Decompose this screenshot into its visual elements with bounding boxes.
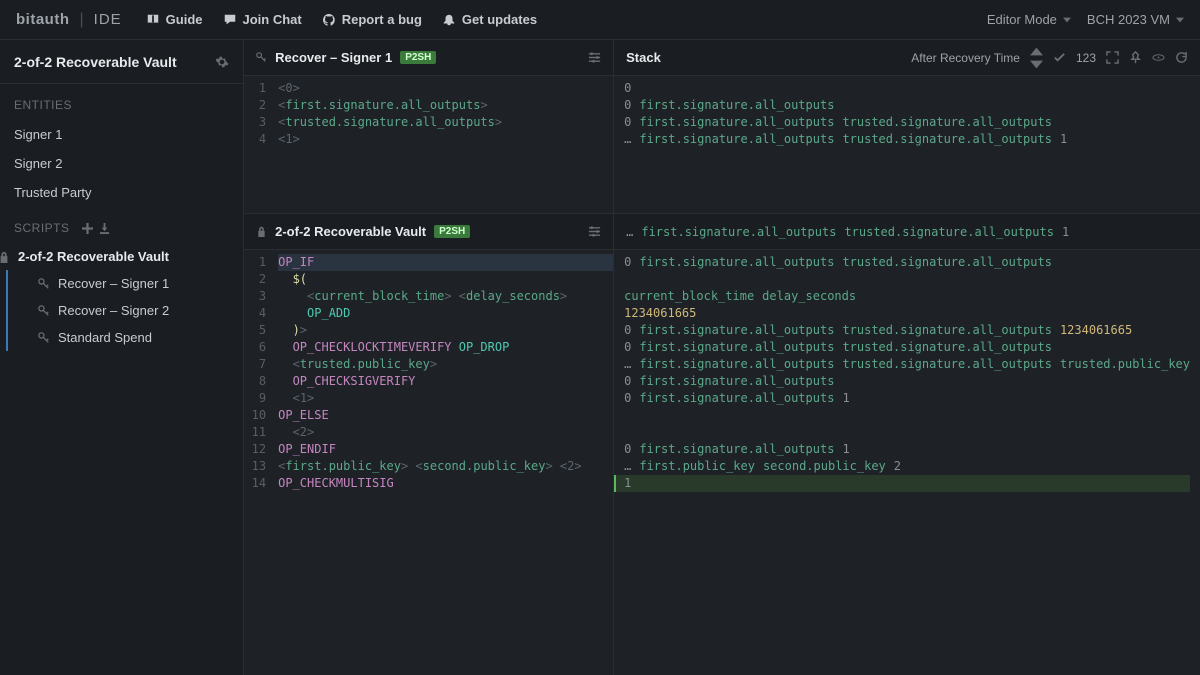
lock-stack-viewer: … first.signature.all_outputs trusted.si… <box>614 214 1200 675</box>
script-child-label: Recover – Signer 1 <box>58 276 169 291</box>
editor-mode-dropdown[interactable]: Editor Mode <box>987 12 1071 27</box>
stack-summary-row: … first.signature.all_outputs trusted.si… <box>614 214 1200 250</box>
check-icon[interactable] <box>1053 51 1066 64</box>
script-parent-item[interactable]: 2-of-2 Recoverable Vault <box>0 243 243 270</box>
refresh-icon[interactable] <box>1175 51 1188 64</box>
header-link-label: Get updates <box>462 12 537 27</box>
editor-mode-label: Editor Mode <box>987 12 1057 27</box>
lock-script-editor: 2-of-2 Recoverable Vault P2SH 1234567891… <box>244 214 614 675</box>
p2sh-badge: P2SH <box>434 225 470 238</box>
bottom-pane: 2-of-2 Recoverable Vault P2SH 1234567891… <box>244 214 1200 675</box>
lock-script-header: 2-of-2 Recoverable Vault P2SH <box>244 214 613 250</box>
plus-icon[interactable] <box>82 223 93 234</box>
main-layout: 2-of-2 Recoverable Vault ENTITIES Signer… <box>0 40 1200 675</box>
stack-viewer: Stack After Recovery Time 123 <box>614 40 1200 213</box>
script-child-label: Recover – Signer 2 <box>58 303 169 318</box>
stack-row: 1234061665 <box>624 305 1190 322</box>
scripts-label-text: SCRIPTS <box>14 221 70 235</box>
stack-row: 0 first.signature.all_outputs trusted.si… <box>624 339 1190 356</box>
lock-code-body[interactable]: 1234567891011121314 OP_IF $( <current_bl… <box>244 250 613 675</box>
lock-script-title: 2-of-2 Recoverable Vault <box>275 224 426 239</box>
unlock-code-body[interactable]: 1234 <0><first.signature.all_outputs><tr… <box>244 76 613 213</box>
key-icon <box>38 332 50 344</box>
stack-label: Stack <box>626 50 661 65</box>
chat-icon <box>223 13 237 27</box>
unlock-script-editor: Recover – Signer 1 P2SH 1234 <0><first.s… <box>244 40 614 213</box>
project-title-row: 2-of-2 Recoverable Vault <box>0 40 243 84</box>
app-header: bitauth | IDE Guide Join Chat Report a bug… <box>0 0 1200 40</box>
stack-row: 0 first.signature.all_outputs 1 <box>624 441 1190 458</box>
lock-icon <box>0 251 10 263</box>
vm-dropdown[interactable]: BCH 2023 VM <box>1087 12 1184 27</box>
script-child-item[interactable]: Standard Spend <box>18 324 243 351</box>
stack-row: … first.public_key second.public_key 2 <box>624 458 1190 475</box>
project-title: 2-of-2 Recoverable Vault <box>14 54 215 70</box>
header-link-label: Join Chat <box>243 12 302 27</box>
gear-icon[interactable] <box>215 55 229 69</box>
editor-area: Recover – Signer 1 P2SH 1234 <0><first.s… <box>244 40 1200 675</box>
header-link-join-chat[interactable]: Join Chat <box>223 12 302 27</box>
scenario-label[interactable]: After Recovery Time <box>911 51 1020 65</box>
stack-row: 0 first.signature.all_outputs <box>624 373 1190 390</box>
key-icon <box>256 52 267 63</box>
header-right: Editor Mode BCH 2023 VM <box>987 12 1184 27</box>
sidebar: 2-of-2 Recoverable Vault ENTITIES Signer… <box>0 40 244 675</box>
settings-icon[interactable] <box>588 51 601 64</box>
stack-count: 123 <box>1076 51 1096 65</box>
stack-row: 0 first.signature.all_outputs trusted.si… <box>624 114 1190 131</box>
pin-icon[interactable] <box>1129 51 1142 64</box>
unlock-stack-body: 00 first.signature.all_outputs0 first.si… <box>614 76 1200 213</box>
download-icon[interactable] <box>99 223 110 234</box>
script-child-label: Standard Spend <box>58 330 152 345</box>
stack-row: 0 <box>624 80 1190 97</box>
key-icon <box>38 305 50 317</box>
script-child-item[interactable]: Recover – Signer 1 <box>18 270 243 297</box>
github-icon <box>322 13 336 27</box>
lock-icon <box>256 226 267 237</box>
top-pane: Recover – Signer 1 P2SH 1234 <0><first.s… <box>244 40 1200 214</box>
stack-row: … first.signature.all_outputs trusted.si… <box>624 131 1190 148</box>
stack-row: 0 first.signature.all_outputs trusted.si… <box>624 322 1190 339</box>
header-links: Guide Join Chat Report a bug Get updates <box>146 12 537 27</box>
key-icon <box>38 278 50 290</box>
stack-header: Stack After Recovery Time 123 <box>614 40 1200 76</box>
script-parent-label: 2-of-2 Recoverable Vault <box>18 249 169 264</box>
chevron-down-icon <box>1176 16 1184 24</box>
lock-stack-body: 0 first.signature.all_outputs trusted.si… <box>614 250 1200 675</box>
logo-divider: | <box>80 11 84 29</box>
entity-item[interactable]: Signer 1 <box>0 120 243 149</box>
chevron-down-icon <box>1063 16 1071 24</box>
settings-icon[interactable] <box>588 225 601 238</box>
stack-row: … first.signature.all_outputs trusted.si… <box>624 356 1190 373</box>
scripts-section-label: SCRIPTS <box>0 207 243 243</box>
p2sh-badge: P2SH <box>400 51 436 64</box>
sort-icon[interactable] <box>1030 45 1043 71</box>
entity-item[interactable]: Signer 2 <box>0 149 243 178</box>
entities-section-label: ENTITIES <box>0 84 243 120</box>
stack-row: 0 first.signature.all_outputs 1 <box>624 390 1190 407</box>
link-icon[interactable] <box>1152 51 1165 64</box>
expand-icon[interactable] <box>1106 51 1119 64</box>
script-children: Recover – Signer 1 Recover – Signer 2 Stan… <box>6 270 243 351</box>
unlock-script-title: Recover – Signer 1 <box>275 50 392 65</box>
bell-icon <box>442 13 456 27</box>
logo: bitauth <box>16 11 70 28</box>
unlock-script-header: Recover – Signer 1 P2SH <box>244 40 613 76</box>
entities-list: Signer 1Signer 2Trusted Party <box>0 120 243 207</box>
header-link-label: Report a bug <box>342 12 422 27</box>
script-child-item[interactable]: Recover – Signer 2 <box>18 297 243 324</box>
header-link-guide[interactable]: Guide <box>146 12 203 27</box>
stack-row: 0 first.signature.all_outputs trusted.si… <box>624 254 1190 271</box>
entity-item[interactable]: Trusted Party <box>0 178 243 207</box>
header-link-label: Guide <box>166 12 203 27</box>
header-link-get-updates[interactable]: Get updates <box>442 12 537 27</box>
vm-label: BCH 2023 VM <box>1087 12 1170 27</box>
book-icon <box>146 13 160 27</box>
stack-row: 0 first.signature.all_outputs <box>624 97 1190 114</box>
stack-row: 1 <box>614 475 1190 492</box>
stack-row: current_block_time delay_seconds <box>624 288 1190 305</box>
ide-label: IDE <box>94 11 122 28</box>
header-link-report-a-bug[interactable]: Report a bug <box>322 12 422 27</box>
